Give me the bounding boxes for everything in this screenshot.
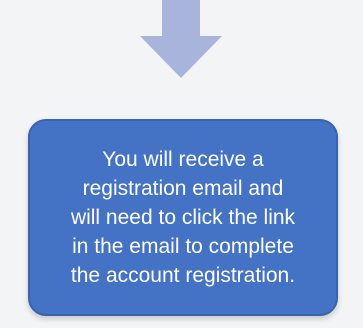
down-arrow-icon [140, 0, 222, 78]
registration-step-text: You will receive a registration email an… [70, 148, 296, 287]
registration-step-box: You will receive a registration email an… [28, 119, 338, 316]
down-arrow-shape [140, 0, 222, 78]
